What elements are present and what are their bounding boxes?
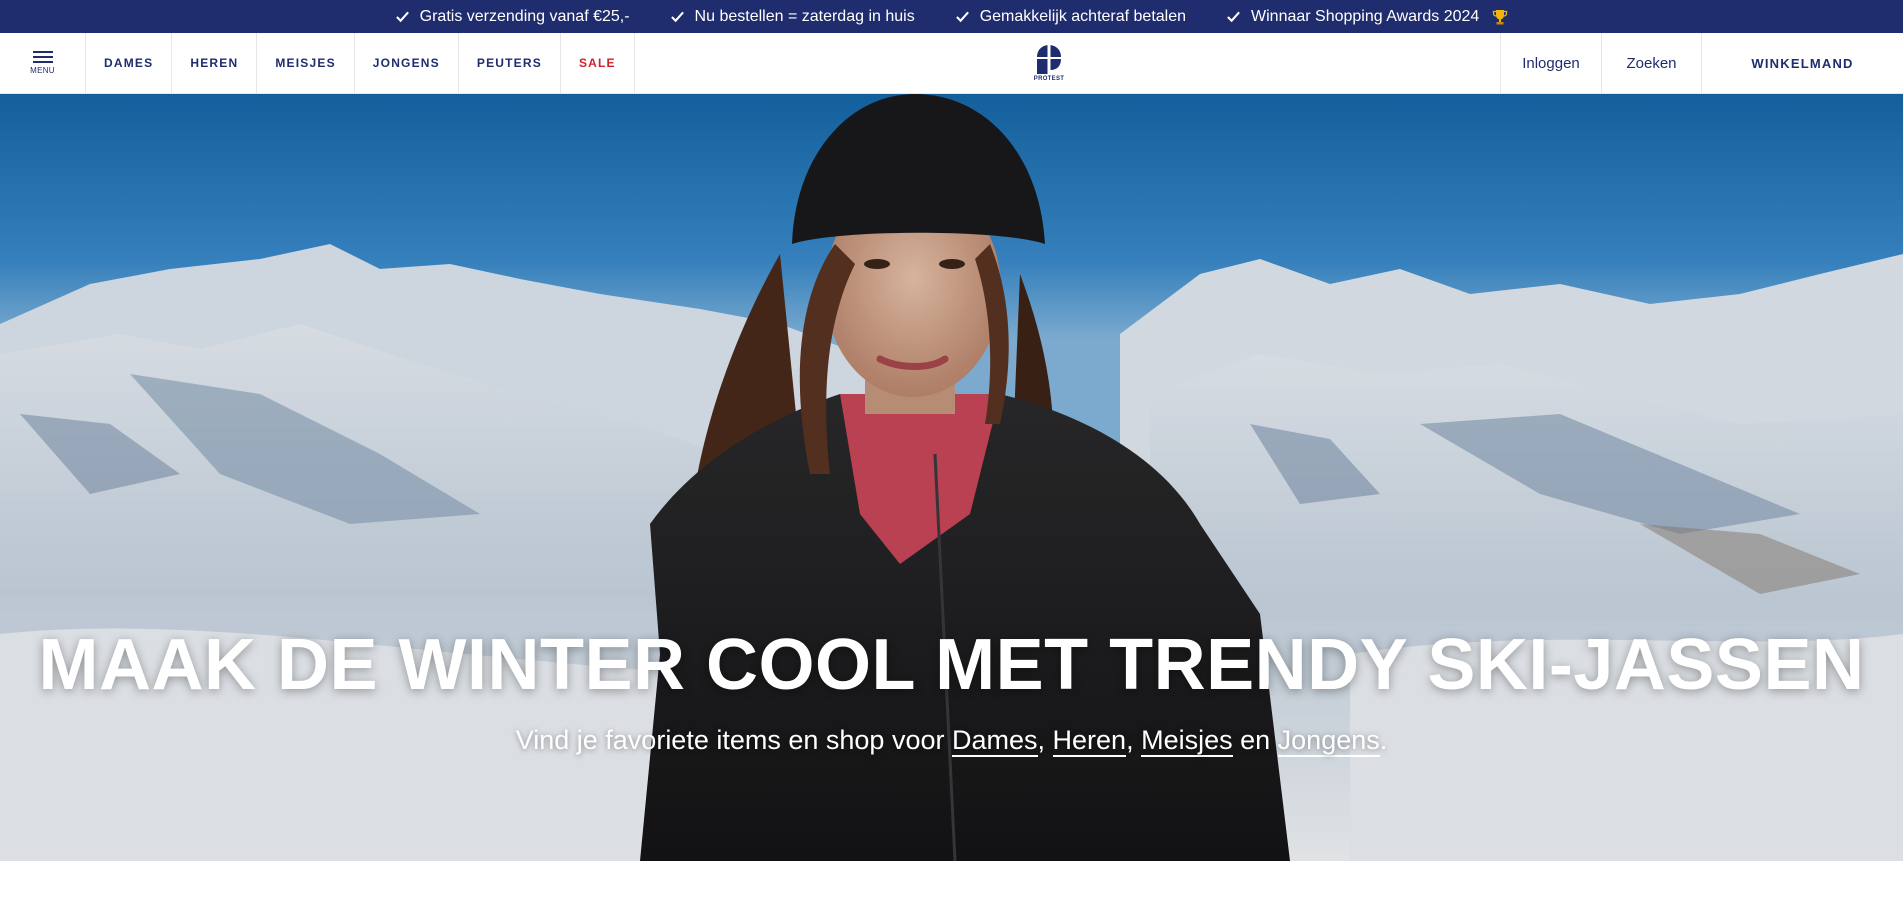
nav-link-meisjes[interactable]: MEISJES (257, 33, 355, 93)
check-icon (395, 11, 409, 23)
cart-link[interactable]: WINKELMAND (1701, 33, 1903, 93)
nav-account-links: Inloggen Zoeken WINKELMAND (1500, 33, 1903, 93)
usp-text: Gemakkelijk achteraf betalen (979, 7, 1187, 25)
nav-link-heren[interactable]: HEREN (172, 33, 258, 93)
menu-label: MENU (30, 66, 55, 75)
usp-text: Nu bestellen = zaterdag in huis (694, 7, 915, 25)
protest-logo[interactable]: PROTEST (1033, 43, 1065, 85)
usp-item-delivery: Nu bestellen = zaterdag in huis (670, 8, 915, 26)
nav-link-sale[interactable]: SALE (561, 33, 635, 93)
hero-title: MAAK DE WINTER COOL MET TRENDY SKI-JASSE… (38, 625, 1865, 705)
nav-link-dames[interactable]: DAMES (86, 33, 173, 93)
usp-bar: Gratis verzending vanaf €25,- Nu bestell… (0, 0, 1903, 33)
protest-logo-icon (1037, 45, 1061, 74)
trophy-icon (1493, 9, 1508, 24)
hero-banner[interactable]: MAAK DE WINTER COOL MET TRENDY SKI-JASSE… (0, 94, 1903, 861)
usp-text: Winnaar Shopping Awards 2024 (1251, 7, 1480, 25)
check-icon (955, 11, 969, 23)
usp-text: Gratis verzending vanaf €25,- (419, 7, 630, 25)
nav-link-jongens[interactable]: JONGENS (355, 33, 459, 93)
hero-subtitle: Vind je favoriete items en shop voor Dam… (0, 725, 1903, 757)
hero-subtitle-comma: , (1037, 725, 1053, 755)
usp-item-shipping: Gratis verzending vanaf €25,- (395, 8, 630, 26)
hero-link-heren[interactable]: Heren (1052, 725, 1127, 757)
check-icon (670, 11, 684, 23)
usp-item-payment: Gemakkelijk achteraf betalen (955, 8, 1186, 26)
hero-link-jongens[interactable]: Jongens (1277, 725, 1380, 757)
logo-wordmark: PROTEST (1033, 76, 1065, 82)
hero-subtitle-comma: , (1126, 725, 1142, 755)
usp-item-award: Winnaar Shopping Awards 2024 (1226, 8, 1508, 26)
hero-subtitle-suffix: . (1379, 725, 1388, 755)
hero-link-dames[interactable]: Dames (951, 725, 1038, 757)
hamburger-icon (32, 51, 53, 63)
nav-category-links: MENU DAMES HEREN MEISJES JONGENS PEUTERS… (0, 33, 635, 93)
login-link[interactable]: Inloggen (1500, 33, 1601, 93)
main-navigation: MENU DAMES HEREN MEISJES JONGENS PEUTERS… (0, 33, 1903, 94)
menu-button[interactable]: MENU (0, 33, 86, 93)
search-link[interactable]: Zoeken (1601, 33, 1701, 93)
check-icon (1227, 11, 1240, 23)
nav-link-peuters[interactable]: PEUTERS (459, 33, 561, 93)
hero-link-meisjes[interactable]: Meisjes (1141, 725, 1233, 757)
hero-subtitle-prefix: Vind je favoriete items en shop voor (515, 725, 952, 755)
hero-subtitle-and: en (1232, 725, 1278, 755)
